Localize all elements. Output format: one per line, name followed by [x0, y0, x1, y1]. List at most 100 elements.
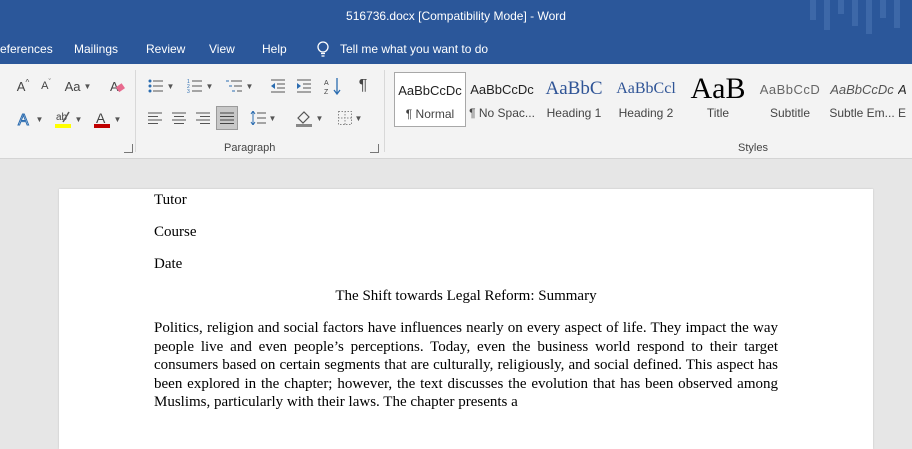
chevron-down-icon: ▼	[113, 114, 122, 124]
ribbon: A ^ Aˇ Aa ▼ A A ▼ ab ▼ A ▼ ▼ 1 2 3 ▼ ▼ A…	[0, 64, 912, 159]
ribbon-tabs: eferences Mailings Review View Help Tell…	[0, 34, 912, 64]
svg-text:A: A	[324, 80, 329, 87]
style-name: Subtitle	[769, 106, 811, 120]
line-spacing-icon	[250, 111, 266, 125]
borders-icon	[337, 111, 352, 125]
sort-icon: A Z	[324, 78, 341, 95]
chevron-down-icon: ▼	[205, 81, 214, 91]
chevron-down-icon: ▼	[315, 113, 324, 123]
style-preview: AaBbCcDc	[830, 81, 894, 97]
style-name: ¶ No Spac...	[469, 106, 535, 120]
style-name: Heading 2	[618, 106, 674, 120]
style-name: Heading 1	[546, 106, 602, 120]
align-right-icon	[196, 112, 210, 124]
bullets-button[interactable]: ▼	[145, 76, 177, 96]
multilevel-list-button[interactable]: ▼	[222, 76, 256, 96]
decrease-indent-button[interactable]	[267, 76, 289, 96]
grow-font-button[interactable]: A ^	[10, 76, 36, 96]
shading-button[interactable]: ▼	[292, 107, 326, 129]
sort-button[interactable]: A Z	[322, 76, 344, 96]
increase-indent-icon	[297, 79, 311, 93]
doc-paragraph[interactable]: Politics, religion and social factors ha…	[154, 319, 778, 412]
tell-me-text: Tell me what you want to do	[340, 42, 489, 56]
highlighter-icon: ab	[54, 111, 71, 128]
align-left-icon	[148, 112, 162, 124]
title-bar: 516736.docx [Compatibility Mode] - Word	[0, 0, 912, 34]
chevron-down-icon: ▼	[268, 113, 277, 123]
align-right-button[interactable]	[193, 107, 213, 129]
align-center-button[interactable]	[169, 107, 189, 129]
chevron-down-icon: ▼	[245, 81, 254, 91]
paragraph-group-label: Paragraph	[224, 142, 276, 154]
style-name: ¶ Normal	[405, 107, 455, 121]
increase-indent-button[interactable]	[293, 76, 315, 96]
tab-references[interactable]: eferences	[0, 42, 53, 56]
change-case-button[interactable]: Aa ▼	[62, 76, 94, 96]
lightbulb-icon	[317, 41, 329, 57]
text-effects-icon: A	[17, 112, 29, 129]
bullets-icon	[148, 79, 163, 93]
tell-me-search[interactable]: Tell me what you want to do	[316, 41, 488, 57]
text-effects-button[interactable]: A ▼	[14, 108, 46, 130]
document-page[interactable]: Tutor Course Date The Shift towards Lega…	[59, 189, 873, 449]
svg-text:A: A	[96, 110, 106, 126]
chevron-down-icon: ▼	[354, 113, 363, 123]
show-formatting-marks-button[interactable]: ¶	[352, 76, 374, 96]
tab-review[interactable]: Review	[146, 42, 185, 56]
style-preview: AaBbCcDc	[398, 82, 462, 98]
numbering-button[interactable]: 1 2 3 ▼	[184, 76, 216, 96]
clear-formatting-button[interactable]: A	[106, 76, 128, 96]
title-bar-pattern	[802, 0, 912, 34]
tab-help[interactable]: Help	[262, 42, 287, 56]
style-normal[interactable]: AaBbCcDc ¶ Normal	[394, 72, 466, 127]
window-title: 516736.docx [Compatibility Mode] - Word	[346, 9, 566, 23]
document-area: Tutor Course Date The Shift towards Lega…	[0, 159, 912, 449]
shrink-font-button[interactable]: Aˇ	[36, 76, 56, 96]
align-center-icon	[172, 112, 186, 124]
grow-arrow-icon: ^	[25, 77, 30, 87]
style-preview: AaBbCcD	[759, 81, 821, 97]
pilcrow-icon: ¶	[358, 77, 368, 94]
style-preview: A	[898, 81, 907, 97]
doc-heading[interactable]: The Shift towards Legal Reform: Summary	[154, 288, 778, 305]
borders-button[interactable]: ▼	[333, 107, 367, 129]
group-separator	[135, 70, 136, 152]
style-emphasis[interactable]: A E	[898, 72, 912, 127]
font-color-icon: A	[93, 110, 110, 128]
line-spacing-button[interactable]: ▼	[246, 107, 280, 129]
align-left-button[interactable]	[145, 107, 165, 129]
style-title[interactable]: AaB Title	[682, 72, 754, 127]
clear-formatting-icon: A	[110, 79, 125, 94]
tab-mailings[interactable]: Mailings	[74, 42, 118, 56]
justify-icon	[220, 112, 234, 124]
style-heading-2[interactable]: AaBbCcl Heading 2	[610, 72, 682, 127]
style-name: E	[898, 106, 907, 120]
svg-text:Z: Z	[324, 89, 329, 95]
style-heading-1[interactable]: AaBbC Heading 1	[538, 72, 610, 127]
style-name: Title	[706, 106, 730, 120]
decrease-indent-icon	[271, 79, 285, 93]
style-subtle-emphasis[interactable]: AaBbCcDc Subtle Em...	[826, 72, 898, 127]
chevron-down-icon: ▼	[83, 81, 92, 91]
shrink-arrow-icon: ˇ	[48, 78, 51, 86]
tab-view[interactable]: View	[209, 42, 235, 56]
group-separator	[384, 70, 385, 152]
style-preview: AaBbCcDc	[470, 81, 534, 97]
numbering-icon: 1 2 3	[187, 79, 202, 93]
highlight-color-button[interactable]: ab ▼	[52, 108, 84, 130]
shading-bucket-icon	[295, 111, 312, 127]
doc-line-course[interactable]: Course	[154, 224, 778, 241]
style-no-spacing[interactable]: AaBbCcDc ¶ No Spac...	[466, 72, 538, 127]
style-preview: AaB	[690, 72, 746, 105]
doc-line-date[interactable]: Date	[154, 256, 778, 273]
style-subtitle[interactable]: AaBbCcD Subtitle	[754, 72, 826, 127]
multilevel-list-icon	[225, 80, 242, 92]
chevron-down-icon: ▼	[166, 81, 175, 91]
doc-line-tutor[interactable]: Tutor	[154, 192, 778, 209]
font-color-button[interactable]: A ▼	[90, 108, 124, 130]
paragraph-dialog-launcher[interactable]	[370, 144, 379, 153]
justify-button[interactable]	[216, 106, 238, 130]
styles-group-label: Styles	[738, 142, 768, 154]
style-preview: AaBbCcl	[616, 80, 676, 97]
font-dialog-launcher[interactable]	[124, 144, 133, 153]
